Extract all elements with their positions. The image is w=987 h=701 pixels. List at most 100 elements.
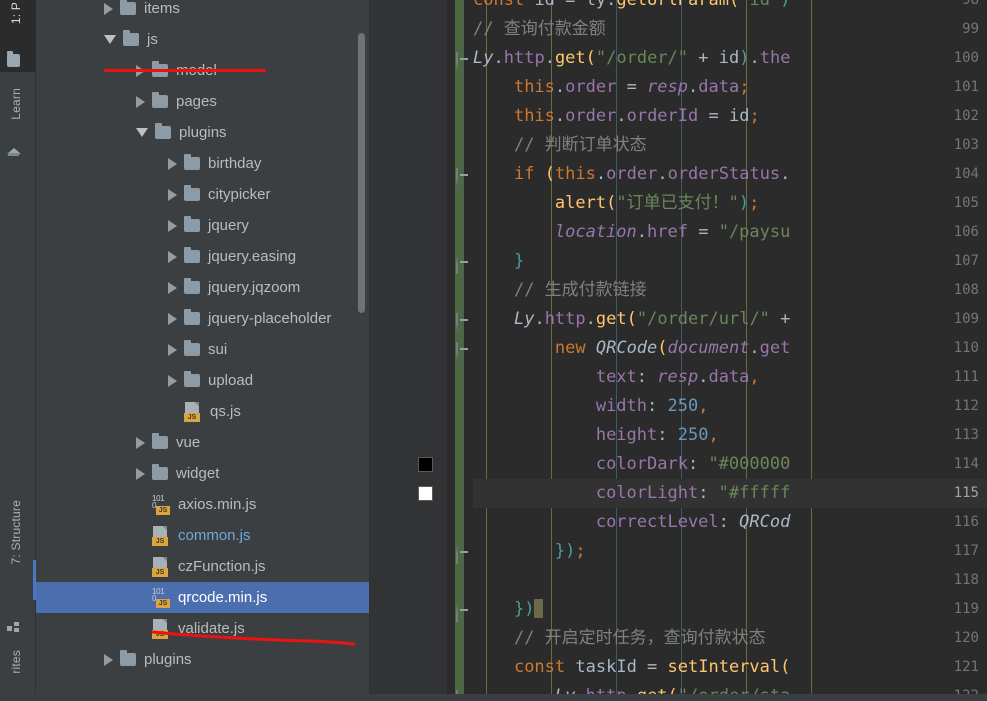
code-fold-marker[interactable] [456,342,472,361]
code-line[interactable]: width: 250, [473,392,987,421]
code-line[interactable]: }); [473,537,987,566]
js-file-icon: JS [152,525,170,546]
tree-item-sui[interactable]: sui [36,334,370,365]
line-number: 107 [953,253,979,269]
line-number: 118 [953,572,979,588]
tool-tab-learn[interactable]: Learn [9,88,23,120]
code-fold-marker[interactable] [456,168,472,187]
code-fold-marker[interactable] [456,545,472,564]
tree-scrollbar[interactable] [358,33,365,313]
code-line[interactable]: const taskId = setInterval( [473,653,987,682]
graduation-cap-icon [7,145,21,158]
tree-item-label: js [147,31,158,48]
tree-item-qs-js[interactable]: JS qs.js [36,396,370,427]
code-line[interactable]: }) [473,595,987,624]
line-number: 110 [953,340,979,356]
code-fold-marker[interactable] [456,313,472,332]
chevron-right-icon[interactable] [136,436,145,449]
chevron-right-icon[interactable] [168,157,177,170]
tree-item-plugins[interactable]: plugins [36,117,370,148]
code-line[interactable]: } [473,247,987,276]
tree-item-citypicker[interactable]: citypicker [36,179,370,210]
folder-icon [120,650,136,666]
chevron-right-icon[interactable] [104,2,113,15]
chevron-right-icon[interactable] [168,219,177,232]
code-line[interactable]: new QRCode(document.get [473,334,987,363]
code-line[interactable]: correctLevel: QRCod [473,508,987,537]
chevron-right-icon[interactable] [168,343,177,356]
tree-item-label: jquery [208,217,249,234]
code-fold-marker[interactable] [456,52,472,71]
code-line[interactable]: this.order.orderId = id; [473,102,987,131]
spacer-icon [136,504,145,505]
chevron-right-icon[interactable] [136,467,145,480]
code-editor[interactable]: const id = ly.getUrlParam("id")// 查询付款金额… [370,0,987,701]
code-line[interactable]: alert("订单已支付！"); [473,189,987,218]
chevron-right-icon[interactable] [168,281,177,294]
code-line[interactable]: Ly.http.get("/order/" + id).the [473,44,987,73]
code-line[interactable]: Ly.http.get("/order/url/" + [473,305,987,334]
code-line[interactable]: if (this.order.orderStatus. [473,160,987,189]
color-preview-swatch[interactable] [418,486,433,501]
tree-item-widget[interactable]: widget [36,458,370,489]
minified-js-file-icon: 101 0 JS [152,587,170,608]
spacer-icon [168,411,177,412]
chevron-down-icon[interactable] [104,35,116,44]
tree-item-jquery-easing[interactable]: jquery.easing [36,241,370,272]
line-number: 98 [962,0,979,8]
code-fold-marker[interactable] [456,603,472,622]
js-badge: JS [152,567,168,577]
tool-tab-favorites[interactable]: rites [9,650,23,674]
tool-tab-structure[interactable]: 7: Structure [9,500,23,564]
code-line[interactable]: this.order = resp.data; [473,73,987,102]
tool-tab-project[interactable]: 1: P [9,2,23,24]
line-number: 106 [953,224,979,240]
tree-item-jquery-placeholder[interactable]: jquery-placeholder [36,303,370,334]
code-line[interactable]: // 查询付款金额 [473,15,987,44]
code-line[interactable]: // 生成付款链接 [473,276,987,305]
chevron-right-icon[interactable] [104,653,113,666]
chevron-right-icon[interactable] [168,312,177,325]
tree-item-label: qrcode.min.js [178,589,268,606]
tree-item-js[interactable]: js [36,24,370,55]
chevron-right-icon[interactable] [168,374,177,387]
line-number: 105 [953,195,979,211]
tree-item-vue[interactable]: vue [36,427,370,458]
code-line[interactable] [473,566,987,595]
project-tree-panel[interactable]: plugins JS validate.js 101 0 JS qrcode.min.js J… [36,0,370,701]
project-folder-icon [7,51,20,67]
code-fold-marker[interactable] [456,255,472,274]
tree-item-axios-min-js[interactable]: 101 0 JS axios.min.js [36,489,370,520]
chevron-right-icon[interactable] [168,188,177,201]
js-badge: JS [184,412,200,422]
tree-item-czfunction-js[interactable]: JS czFunction.js [36,551,370,582]
code-line[interactable]: colorDark: "#000000 [473,450,987,479]
line-number: 120 [953,630,979,646]
tree-item-qrcode-min-js[interactable]: 101 0 JS qrcode.min.js [36,582,370,613]
tree-item-upload[interactable]: upload [36,365,370,396]
code-line[interactable]: height: 250, [473,421,987,450]
code-line[interactable]: text: resp.data, [473,363,987,392]
code-line[interactable]: const id = ly.getUrlParam("id") [473,0,987,15]
tree-item-plugins[interactable]: plugins [36,644,370,675]
code-line[interactable]: // 判断订单状态 [473,131,987,160]
chevron-right-icon[interactable] [168,250,177,263]
chevron-right-icon[interactable] [136,95,145,108]
tree-item-pages[interactable]: pages [36,86,370,117]
chevron-down-icon[interactable] [136,128,148,137]
tree-item-jquery[interactable]: jquery [36,210,370,241]
tree-item-common-js[interactable]: JS common.js [36,520,370,551]
tree-item-items[interactable]: items [36,0,370,24]
code-line[interactable]: // 开启定时任务，查询付款状态 [473,624,987,653]
code-line[interactable]: location.href = "/paysu [473,218,987,247]
code-line[interactable]: colorLight: "#fffff [473,479,987,508]
color-preview-swatch[interactable] [418,457,433,472]
tree-item-birthday[interactable]: birthday [36,148,370,179]
tree-item-label: plugins [144,651,192,668]
code-text-area[interactable]: const id = ly.getUrlParam("id")// 查询付款金额… [473,0,987,701]
annotation-underline-js [104,69,266,72]
js-badge: JS [152,536,168,546]
tree-item-jquery-jqzoom[interactable]: jquery.jqzoom [36,272,370,303]
folder-icon [152,464,168,480]
editor-gutter[interactable] [370,0,447,701]
